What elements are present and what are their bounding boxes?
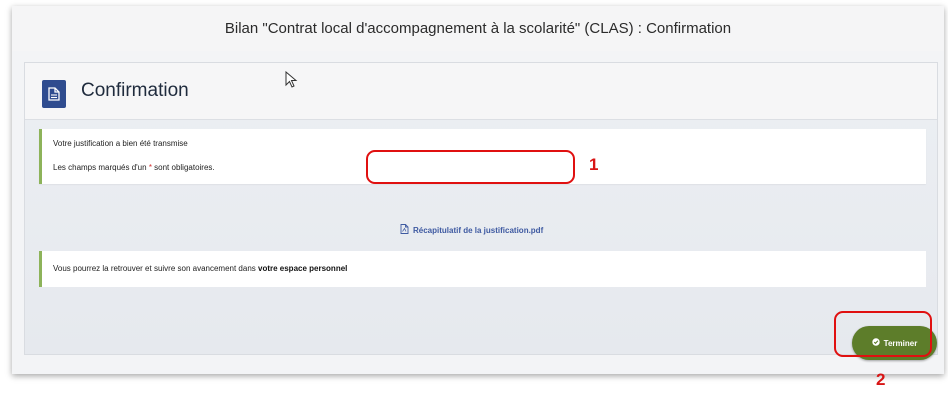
confirmation-panel: Confirmation Votre justification a bien …: [24, 62, 938, 360]
panel-header: Confirmation: [25, 63, 937, 120]
personal-space-info: Vous pourrez la retrouver et suivre son …: [39, 251, 926, 287]
pdf-download-link[interactable]: Récapitulatif de la justification.pdf: [394, 219, 549, 241]
annotation-marker-1: 1: [589, 155, 599, 174]
pdf-download-label: Récapitulatif de la justification.pdf: [413, 225, 544, 235]
document-icon: [42, 80, 66, 108]
app-window: Bilan "Contrat local d'accompagnement à …: [12, 6, 944, 374]
required-text-start: Les champs marqués d'un: [53, 163, 149, 172]
pdf-file-icon: [400, 224, 409, 236]
personal-space-link-text: votre espace personnel: [258, 264, 348, 273]
info-text: Vous pourrez la retrouver et suivre son …: [53, 264, 258, 273]
annotation-highlight-1: [366, 150, 575, 184]
required-fields-message: Les champs marqués d'un * sont obligatoi…: [53, 163, 215, 172]
annotation-marker-2: 2: [876, 370, 886, 389]
personal-space-text: Vous pourrez la retrouver et suivre son …: [53, 264, 347, 273]
annotation-highlight-2: [834, 311, 932, 357]
required-text-end: sont obligatoires.: [151, 163, 215, 172]
panel-title: Confirmation: [81, 80, 189, 101]
mouse-cursor-icon: [285, 70, 299, 94]
window-title: Bilan "Contrat local d'accompagnement à …: [12, 6, 944, 51]
transmission-message: Votre justification a bien été transmise: [53, 139, 188, 148]
